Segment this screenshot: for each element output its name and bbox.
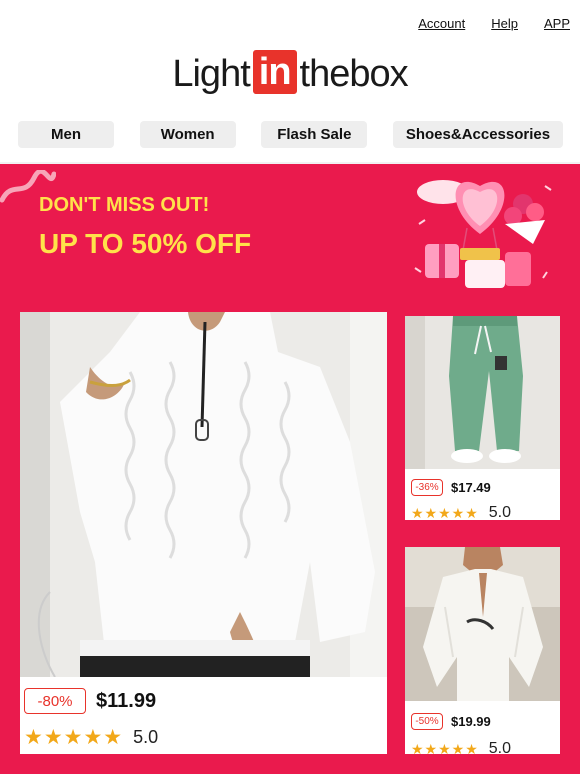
help-link[interactable]: Help bbox=[491, 16, 518, 31]
star-rating-icon: ★★★★★ bbox=[411, 740, 479, 757]
rating-value: 5.0 bbox=[488, 504, 512, 521]
rating-value: 5.0 bbox=[133, 727, 159, 747]
nav-shoes-accessories[interactable]: Shoes&Accessories bbox=[392, 121, 563, 148]
product-card-white-shirt[interactable]: -50% $19.99 ★★★★★ 5.0 bbox=[405, 547, 560, 757]
product-card-green-pants[interactable]: -36% $17.49 ★★★★★ 5.0 bbox=[405, 316, 560, 522]
star-rating-icon: ★★★★★ bbox=[24, 726, 124, 749]
account-link[interactable]: Account bbox=[418, 16, 465, 31]
rating-row: ★★★★★ 5.0 bbox=[411, 740, 511, 758]
logo-text-light: Light bbox=[172, 53, 250, 95]
price-row: -80% $11.99 bbox=[24, 688, 156, 714]
product-image-white-sweater[interactable] bbox=[20, 312, 387, 677]
discount-badge: -50% bbox=[411, 713, 443, 730]
app-link[interactable]: APP bbox=[544, 16, 570, 31]
lightinthebox-logo[interactable]: Light in thebox bbox=[0, 50, 580, 96]
rating-value: 5.0 bbox=[488, 740, 512, 757]
nav-men[interactable]: Men bbox=[18, 121, 114, 148]
logo-text-in: in bbox=[252, 50, 297, 94]
nav-flash-sale[interactable]: Flash Sale bbox=[261, 121, 368, 148]
top-links: Account Help APP bbox=[418, 16, 570, 31]
product-price: $19.99 bbox=[451, 714, 491, 729]
discount-badge: -36% bbox=[411, 479, 443, 496]
product-image-white-shirt[interactable] bbox=[405, 547, 560, 701]
headline-discount: UP TO 50% OFF bbox=[39, 228, 252, 259]
product-price: $17.49 bbox=[451, 480, 491, 495]
product-price: $11.99 bbox=[96, 689, 157, 712]
product-image-green-pants[interactable] bbox=[405, 316, 560, 469]
rating-row: ★★★★★ 5.0 bbox=[411, 504, 511, 522]
promo-banner[interactable]: DON'T MISS OUT! UP TO 50% OFF -80% $11.9… bbox=[0, 162, 580, 774]
product-card-white-sweater[interactable]: -80% $11.99 ★★★★★ 5.0 bbox=[20, 312, 387, 754]
star-rating-icon: ★★★★★ bbox=[411, 504, 479, 521]
rating-row: ★★★★★ 5.0 bbox=[24, 725, 158, 750]
valentine-balloon-illustration bbox=[414, 180, 552, 288]
discount-badge: -80% bbox=[24, 688, 86, 714]
logo-text-thebox: thebox bbox=[299, 53, 409, 95]
category-nav: Men Women Flash Sale Shoes&Accessories bbox=[0, 121, 580, 148]
price-row: -50% $19.99 bbox=[411, 713, 491, 730]
headline-dont-miss-out: DON'T MISS OUT! bbox=[39, 194, 210, 216]
nav-women[interactable]: Women bbox=[139, 121, 236, 148]
price-row: -36% $17.49 bbox=[411, 479, 491, 496]
